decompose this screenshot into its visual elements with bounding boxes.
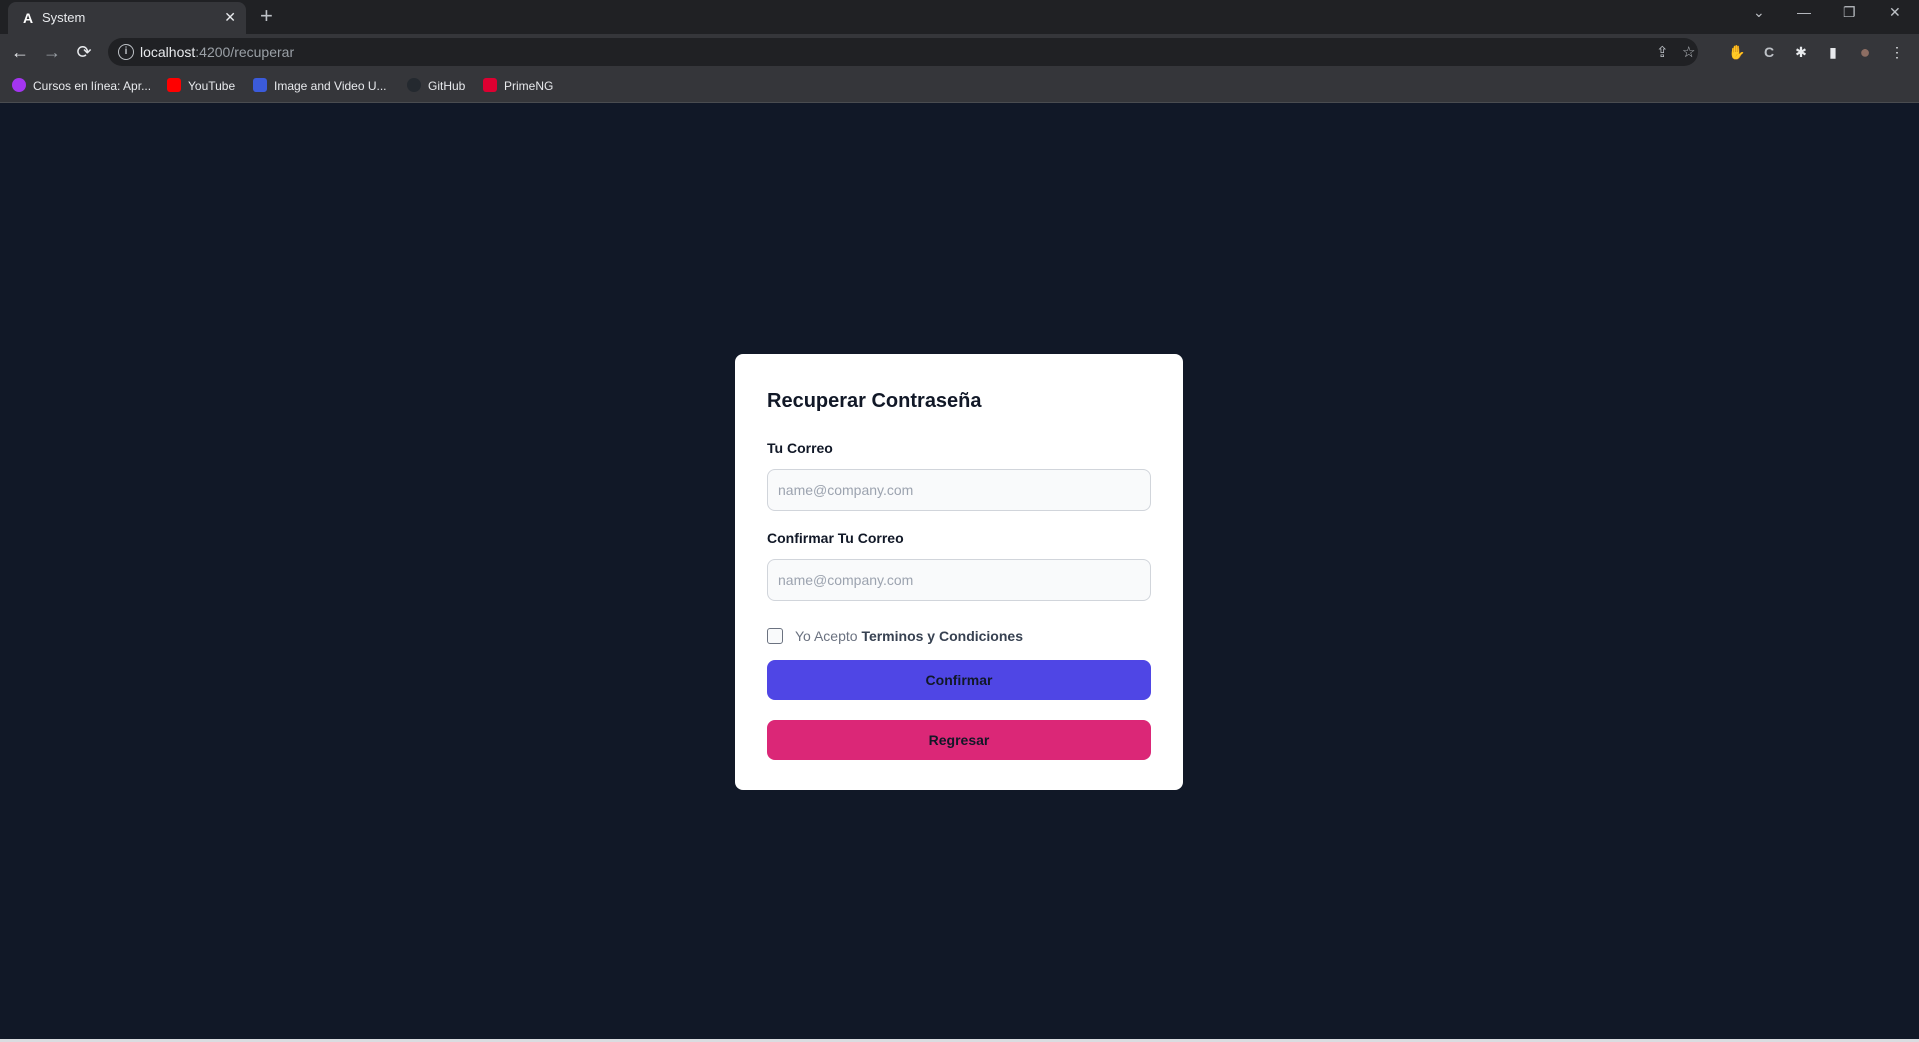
puzzle-icon[interactable]: ✱ [1792,43,1810,61]
image-upload-icon [253,78,267,92]
profile-avatar[interactable]: ● [1856,43,1874,61]
browser-chrome: A System ✕ + ⌄ — ❐ ✕ ← → ⟳ i localhost:4… [0,0,1919,103]
terms-label: Yo Acepto Terminos y Condiciones [795,628,1023,644]
tab-system[interactable]: A System ✕ [8,2,246,34]
bookmark-udemy[interactable]: Cursos en línea: Apr... [12,78,151,93]
close-tab-icon[interactable]: ✕ [224,9,236,26]
primeng-icon [483,78,497,92]
bookmark-github[interactable]: GitHub [407,78,465,93]
email-field[interactable] [767,469,1151,511]
github-icon [407,78,421,92]
bookmark-youtube[interactable]: YouTube [167,78,235,93]
tab-search-icon[interactable]: ⌄ [1753,4,1765,21]
udemy-icon [12,78,26,92]
back-button[interactable]: ← [10,42,30,62]
address-url: localhost:4200/recuperar [140,44,295,60]
menu-icon[interactable]: ⋮ [1888,43,1906,61]
tab-title: System [42,10,86,25]
recover-password-card: Recuperar Contraseña Tu Correo Confirmar… [735,354,1183,790]
forward-button[interactable]: → [42,42,62,62]
bookmarks-bar: Cursos en línea: Apr... YouTube Image an… [0,70,1919,103]
angular-icon: A [22,10,34,26]
close-window-button[interactable]: ✕ [1889,4,1901,21]
email-label: Tu Correo [767,440,833,456]
back-button-form[interactable]: Regresar [767,720,1151,760]
extension-icon[interactable]: C [1760,43,1778,61]
side-panel-icon[interactable]: ▮ [1824,43,1842,61]
bookmark-image-upload[interactable]: Image and Video U... [253,78,387,93]
restore-button[interactable]: ❐ [1843,4,1856,21]
tab-strip: A System ✕ + ⌄ — ❐ ✕ [0,0,1919,34]
confirm-email-label: Confirmar Tu Correo [767,530,904,546]
bookmark-star-icon[interactable]: ☆ [1682,43,1695,61]
page-background: Recuperar Contraseña Tu Correo Confirmar… [0,103,1919,1039]
toolbar: ← → ⟳ i localhost:4200/recuperar ⇪ ☆ [0,34,1919,70]
confirm-button[interactable]: Confirmar [767,660,1151,700]
bookmark-primeng[interactable]: PrimeNG [483,78,553,93]
youtube-icon [167,78,181,92]
site-info-icon[interactable]: i [118,44,134,60]
reload-button[interactable]: ⟳ [74,42,94,62]
share-icon[interactable]: ⇪ [1656,43,1669,61]
adblock-icon[interactable]: ✋ [1728,43,1746,61]
confirm-email-field[interactable] [767,559,1151,601]
terms-checkbox[interactable] [767,628,783,644]
address-bar[interactable]: i localhost:4200/recuperar ⇪ ☆ [108,38,1698,66]
page-title: Recuperar Contraseña [767,390,982,412]
minimize-button[interactable]: — [1797,4,1811,20]
terms-link[interactable]: Terminos y Condiciones [861,628,1023,644]
new-tab-button[interactable]: + [260,4,273,28]
